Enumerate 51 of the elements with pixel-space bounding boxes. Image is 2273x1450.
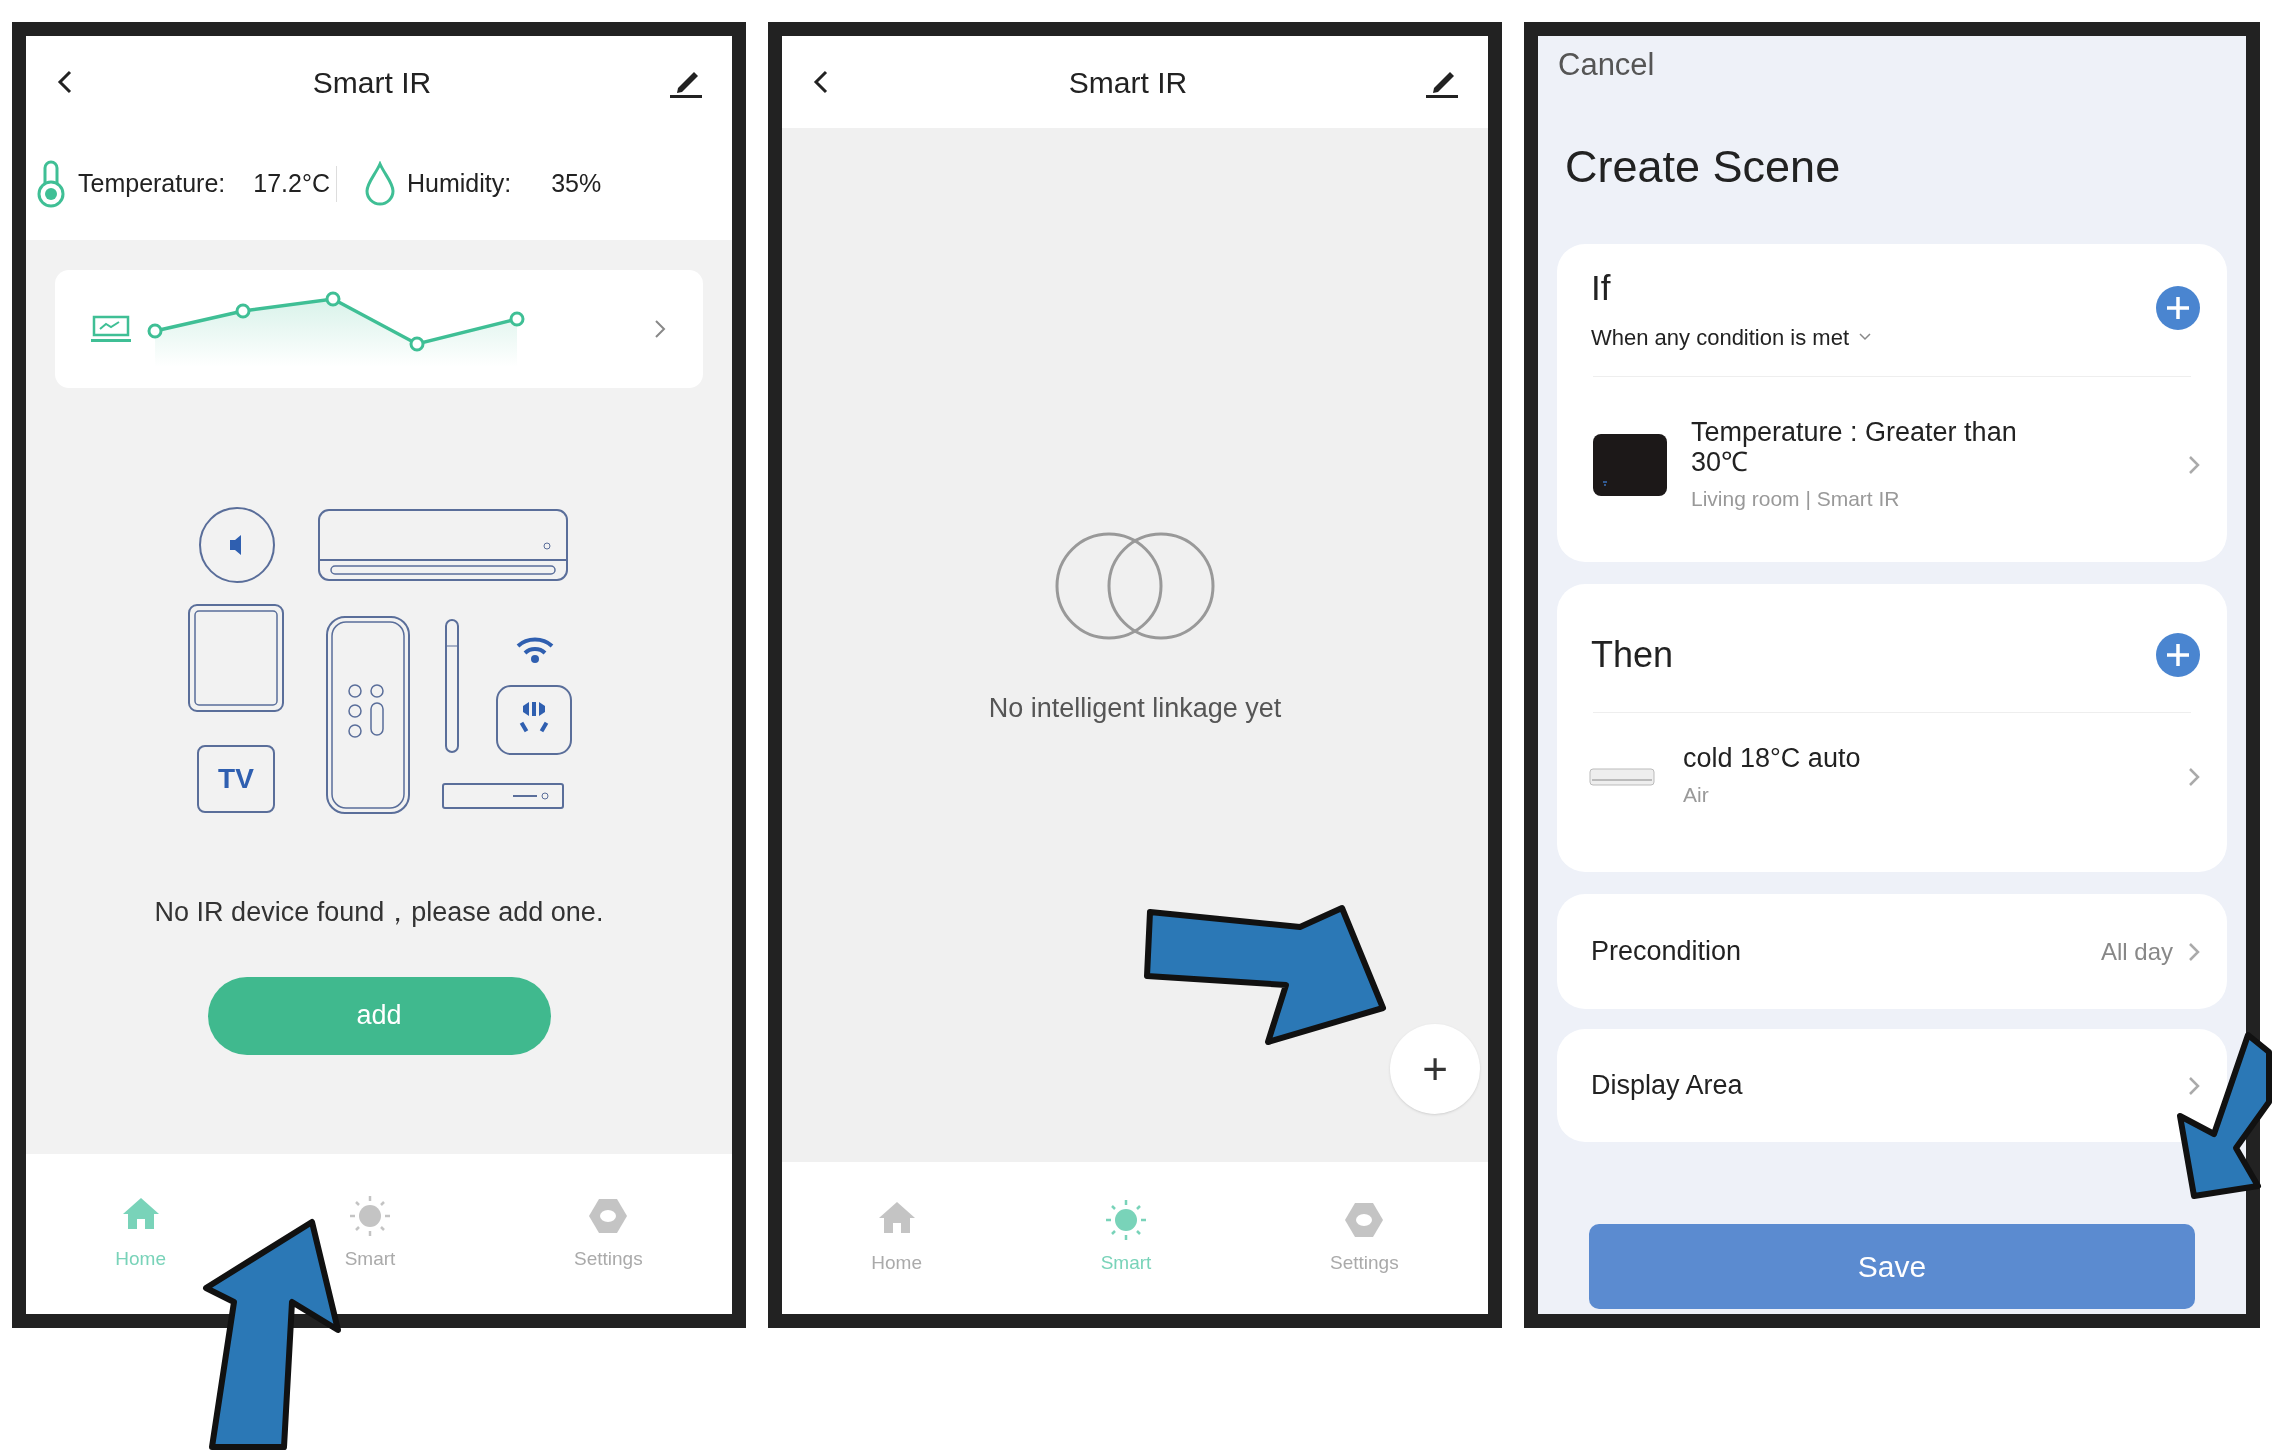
action-row[interactable]: cold 18°C auto Air (1557, 743, 2227, 811)
precondition-value: All day (2100, 936, 2173, 967)
data-point (325, 291, 341, 307)
screen-title: Smart IR (1068, 64, 1188, 101)
data-point (235, 303, 251, 319)
add-button[interactable]: add (207, 976, 551, 1055)
item-subtitle: Living room | Smart IR (1691, 485, 1901, 512)
precondition-row[interactable]: Precondition All day (1557, 894, 2227, 1009)
section-heading: If (1591, 267, 1612, 309)
nav-tab[interactable]: Settings (570, 1194, 647, 1274)
nav-tab[interactable]: Settings (1326, 1198, 1403, 1278)
condition-row[interactable]: Temperature : Greater than 30℃ Living room | Smart IR (1557, 416, 2227, 514)
section-heading: Then (1591, 633, 1674, 677)
nav-tab[interactable]: Smart (1096, 1198, 1156, 1278)
caret-icon (1859, 333, 1872, 341)
save-button[interactable]: Save (1589, 1224, 2195, 1309)
condition-mode-dropdown[interactable]: When any condition is met (1591, 320, 1872, 354)
temperature-value: 17.2°C (253, 168, 330, 200)
chevron-right-icon (2187, 940, 2201, 963)
temperature-label: Temperature: (78, 168, 226, 200)
humidity-value: 35% (551, 168, 602, 200)
ir-hub-icon (1593, 434, 1667, 497)
air-conditioner-icon (1589, 766, 1655, 787)
action-title: cold 18°C auto (1683, 743, 1862, 773)
condition-title: Temperature : Greater than 30℃ (1691, 416, 2018, 477)
wifi-icon (516, 636, 554, 664)
chevron-right-icon (653, 318, 667, 340)
water-drop-icon (363, 161, 397, 207)
chevron-right-icon (2187, 1074, 2201, 1097)
nav-tab[interactable]: Smart (340, 1194, 400, 1274)
sun-icon (1105, 1198, 1147, 1241)
display-area-row[interactable]: Display Area (1557, 1029, 2227, 1142)
add-icon[interactable] (2155, 284, 2201, 331)
sun-icon (349, 1194, 391, 1237)
page-title: Create Scene (1565, 139, 1842, 194)
cancel-button[interactable]: Cancel (1557, 42, 1656, 89)
data-point (409, 336, 425, 352)
add-button[interactable]: + (1390, 1024, 1480, 1114)
add-icon[interactable] (2155, 632, 2201, 678)
data-point (147, 323, 163, 339)
tv-tile: TV (197, 745, 275, 813)
item-subtitle: Air (1683, 782, 1710, 808)
screen-title: Smart IR (312, 64, 432, 101)
empty-message: No IR device found，please add one. (153, 896, 605, 929)
nav-tab[interactable]: Home (867, 1198, 926, 1278)
chevron-right-icon (2187, 765, 2201, 788)
monitor-icon (91, 315, 131, 343)
data-point (509, 311, 525, 327)
humidity-label: Humidity: (407, 168, 512, 200)
empty-message: No intelligent linkage yet (988, 692, 1282, 725)
nav-tab[interactable]: Home (111, 1194, 170, 1274)
